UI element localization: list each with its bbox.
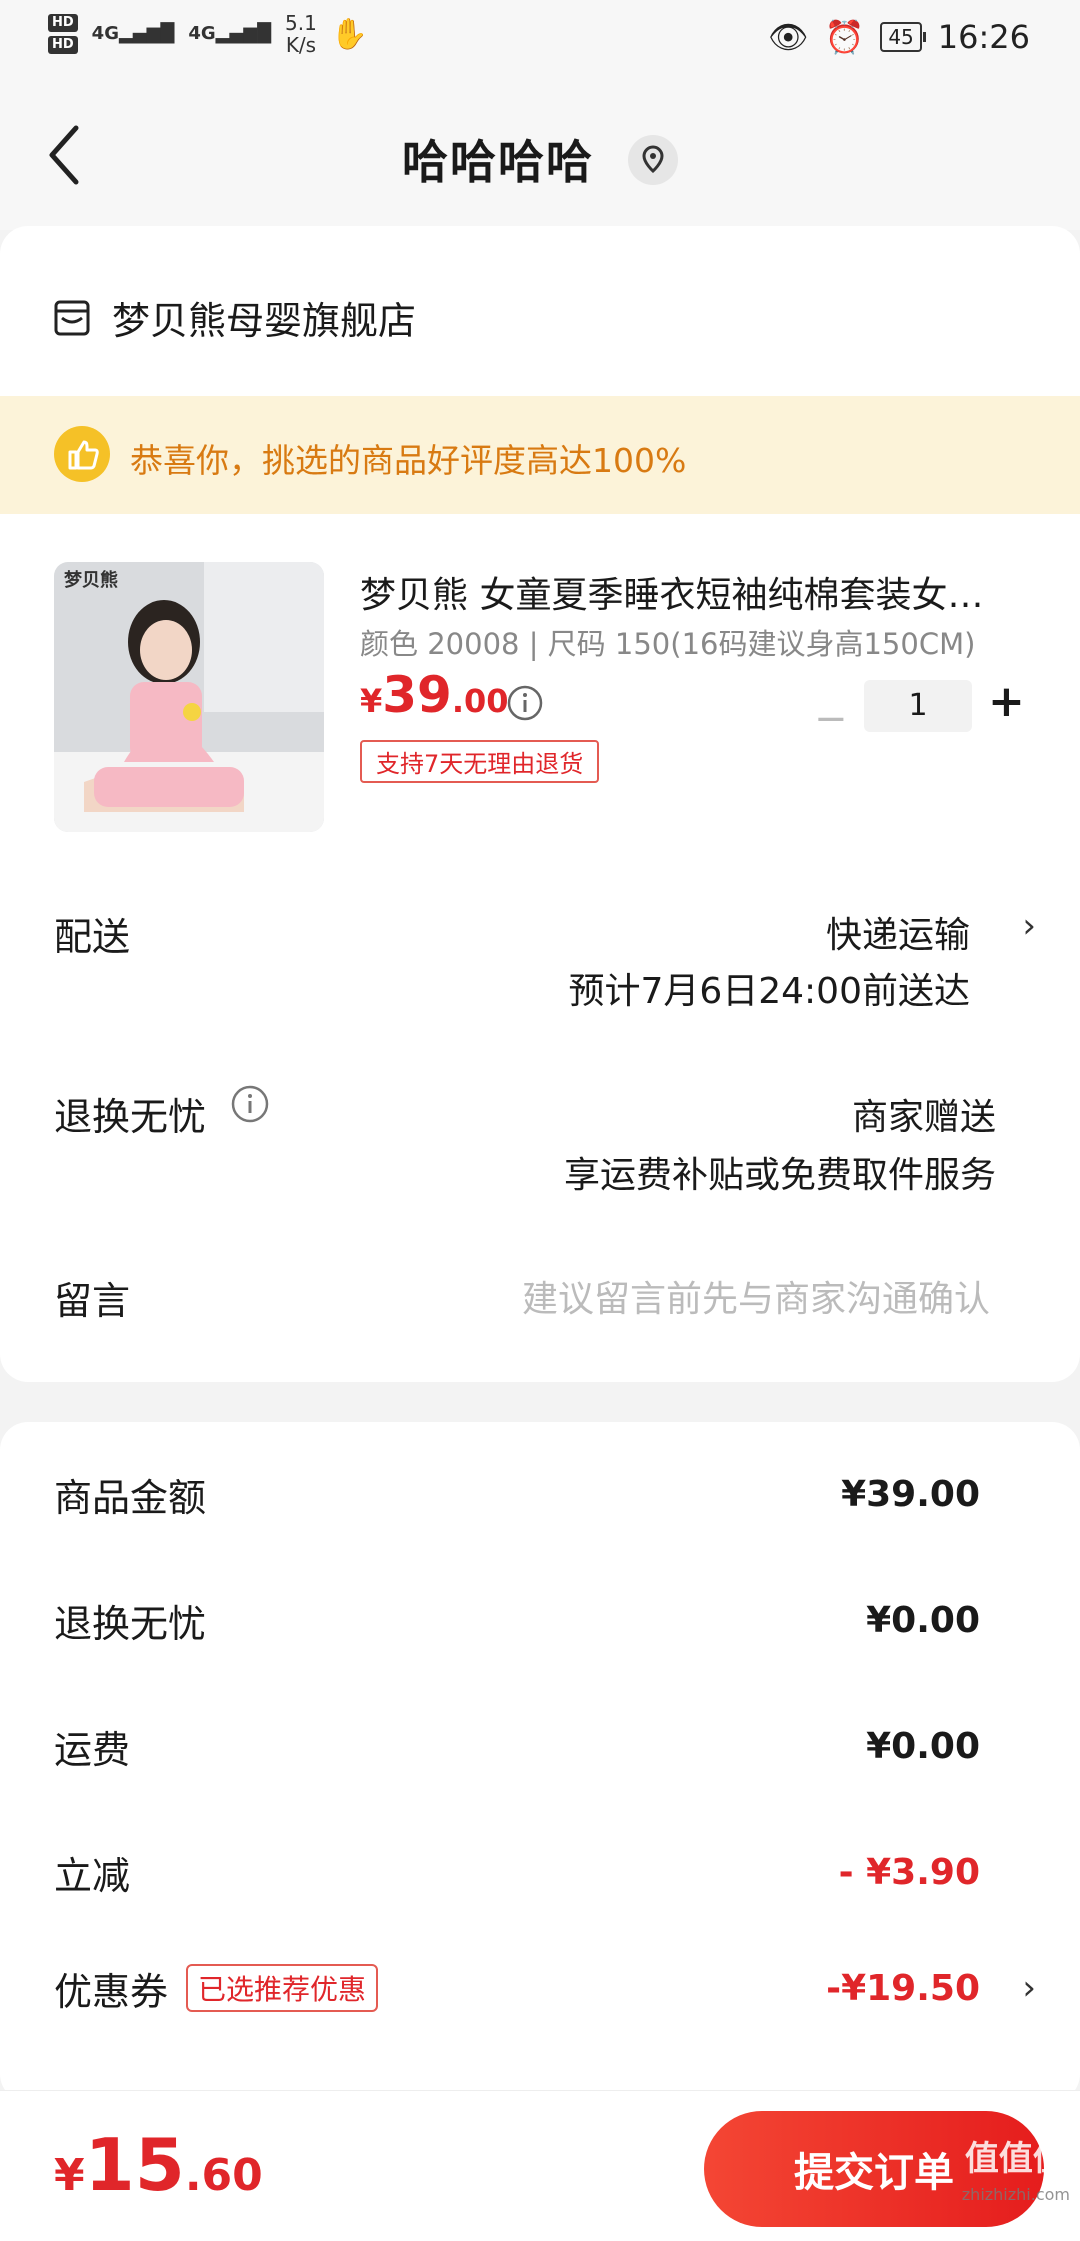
total-price: ¥15.60 — [54, 2123, 263, 2207]
summary-row-coupon[interactable]: 优惠券 已选推荐优惠 -¥19.50 — [54, 1958, 980, 2018]
delivery-chevron-icon[interactable]: › — [1022, 906, 1036, 946]
product-price: ¥39.00 — [360, 666, 509, 724]
price-currency: ¥ — [360, 682, 383, 720]
price-int: 39 — [382, 666, 452, 724]
summary-label: 立减 — [54, 1853, 131, 1898]
watermark-url: zhizhizhi.com — [961, 2185, 1070, 2204]
watermark-text: 值值值 — [964, 2139, 1067, 2179]
return-service-label: 退换无忧 — [54, 1095, 207, 1139]
signal-icon-1: 4G▂▄▆█ — [91, 23, 175, 44]
alarm-icon: ⏰ — [824, 18, 865, 56]
clock: 16:26 — [937, 18, 1030, 56]
summary-label: 退换无忧 — [54, 1601, 207, 1646]
summary-label: 优惠券 — [54, 1969, 169, 2014]
summary-row-goods: 商品金额 ¥39.00 — [54, 1464, 980, 1524]
summary-label: 运费 — [54, 1727, 131, 1772]
total-int: 15 — [84, 2123, 185, 2207]
summary-value: - ¥3.90 — [838, 1851, 980, 1893]
page-title: 哈哈哈哈 — [401, 135, 594, 189]
total-dec: .60 — [184, 2150, 263, 2201]
hd-indicators: HD HD — [48, 14, 78, 54]
status-bar: HD HD 4G▂▄▆█ 4G▂▄▆█ 5.1 K/s ✋ 👁 ⏰ 45 16:… — [0, 0, 1080, 80]
coupon-chevron-icon[interactable]: › — [1022, 1968, 1036, 2008]
page-title-wrap: 哈哈哈哈 — [0, 126, 1080, 192]
thumbs-up-icon — [54, 426, 110, 482]
delivery-method[interactable]: 快递运输 — [826, 906, 970, 958]
net-speed-value: 5.1 — [285, 11, 317, 35]
summary-label: 商品金额 — [54, 1475, 207, 1520]
quantity-decrease-button[interactable]: − — [814, 696, 848, 742]
price-summary-card: 商品金额 ¥39.00 退换无忧 ¥0.00 运费 ¥0.00 立减 - ¥3.… — [0, 1422, 1080, 2102]
message-input[interactable]: 建议留言前先与商家沟通确认 — [522, 1270, 990, 1322]
summary-value: ¥39.00 — [841, 1473, 980, 1515]
coupon-label-group: 优惠券 已选推荐优惠 — [54, 1961, 379, 2016]
product-title[interactable]: 梦贝熊 女童夏季睡衣短袖纯棉套装女… — [360, 566, 1040, 618]
store-name: 梦贝熊母婴旗舰店 — [112, 299, 417, 343]
summary-value: ¥0.00 — [866, 1725, 980, 1767]
watermark: 值值值 zhizhizhi.com — [962, 2141, 1070, 2213]
location-pin-icon[interactable] — [628, 134, 678, 185]
hd-badge-1: HD — [48, 14, 78, 32]
store-row[interactable]: 梦贝熊母婴旗舰店 — [52, 290, 416, 345]
price-info-icon[interactable] — [506, 684, 544, 722]
hd-badge-2: HD — [48, 36, 78, 54]
return-service-value: 商家赠送 — [851, 1097, 996, 1138]
hand-icon: ✋ — [330, 16, 369, 52]
summary-row-shipping: 运费 ¥0.00 — [54, 1716, 980, 1776]
summary-row-discount: 立减 - ¥3.90 — [54, 1842, 980, 1902]
quantity-increase-button[interactable]: + — [988, 676, 1025, 727]
product-brand-tag: 梦贝熊 — [64, 569, 118, 591]
summary-value: ¥0.00 — [866, 1599, 980, 1641]
product-image[interactable]: 梦贝熊 — [54, 562, 324, 832]
return-policy-badge: 支持7天无理由退货 — [360, 740, 600, 783]
net-speed: 5.1 K/s — [285, 12, 317, 56]
checkout-bar: ¥15.60 提交订单 值值值 zhizhizhi.com — [0, 2090, 1080, 2241]
product-spec[interactable]: 颜色 20008 | 尺码 150(16码建议身高150CM) — [360, 621, 975, 663]
coupon-badge: 已选推荐优惠 — [186, 1964, 379, 2012]
delivery-eta: 预计7月6日24:00前送达 — [568, 971, 970, 1012]
delivery-label: 配送 — [54, 915, 131, 959]
quantity-input[interactable]: 1 — [864, 680, 972, 732]
net-speed-unit: K/s — [285, 33, 317, 57]
signal-icon-2: 4G▂▄▆█ — [188, 23, 272, 44]
store-icon — [54, 300, 90, 335]
rating-banner-text: 恭喜你，挑选的商品好评度高达100% — [130, 441, 687, 480]
summary-value[interactable]: -¥19.50 — [826, 1968, 980, 2009]
price-dec: .00 — [451, 682, 509, 720]
message-label: 留言 — [54, 1279, 131, 1323]
return-service-info-icon[interactable] — [230, 1084, 270, 1124]
order-card: 梦贝熊母婴旗舰店 恭喜你，挑选的商品好评度高达100% 梦贝熊 梦贝熊 女童夏季… — [0, 226, 1080, 1382]
summary-row-return: 退换无忧 ¥0.00 — [54, 1590, 980, 1650]
total-currency: ¥ — [54, 2150, 85, 2201]
return-service-desc: 享运费补贴或免费取件服务 — [563, 1155, 996, 1196]
nav-bar: 哈哈哈哈 — [0, 80, 1080, 230]
battery-indicator: 45 — [880, 22, 927, 52]
rating-banner: 恭喜你，挑选的商品好评度高达100% — [0, 396, 1080, 514]
eye-icon: 👁 — [767, 18, 809, 56]
